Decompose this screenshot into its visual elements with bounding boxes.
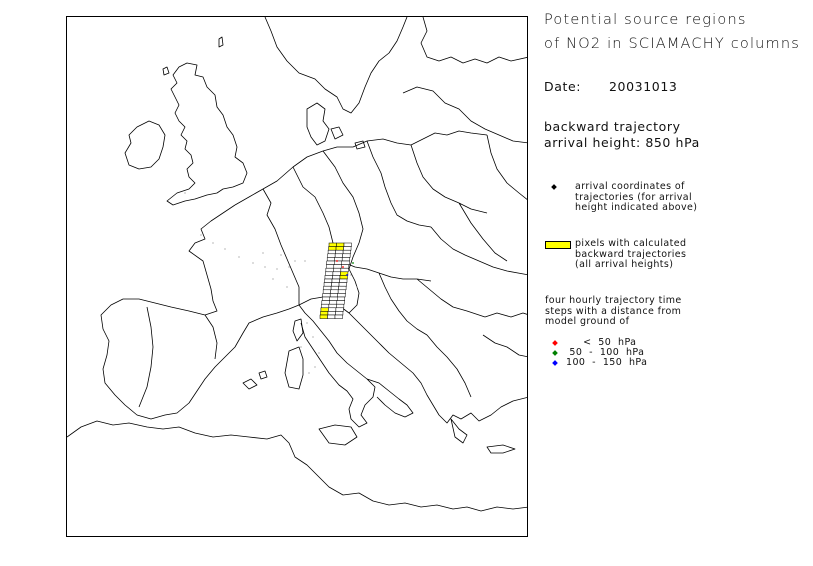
trajectory-pixel (330, 285, 339, 291)
legend-step-label: 100 - 150 hPa (566, 357, 648, 368)
trajectory-pixel (342, 249, 351, 255)
denmark-outline (306, 102, 330, 146)
trajectory-pixel (322, 289, 331, 294)
trajectory-pixel (333, 267, 342, 273)
trajectory-pixel (330, 289, 339, 294)
trajectory-pixel (328, 303, 337, 309)
trajectory-pixel (335, 307, 344, 312)
italy-outline (298, 302, 414, 428)
step-marker-blue-icon (552, 360, 558, 366)
sicily-outline (318, 424, 358, 446)
date-label: Date: (544, 79, 582, 94)
trajectory-pixel (336, 242, 345, 247)
trajectory-pixel (322, 296, 330, 301)
trajectory-pixel (323, 282, 332, 287)
legend-pixels-text: pixels with calculated backward trajecto… (575, 238, 687, 270)
date-value: 20031013 (609, 79, 678, 94)
trajectory-pixel (329, 296, 338, 301)
trajectory-pixel (319, 314, 328, 319)
sardinia-outline (284, 346, 304, 390)
trajectory-pixel (338, 285, 347, 291)
trajectory-line-2: arrival height: 850 hPa (544, 135, 700, 150)
legend-steps-heading: four hourly trajectory time steps with a… (545, 295, 682, 327)
trajectory-step-dot (352, 262, 354, 264)
trajectory-pixel (333, 264, 342, 269)
trajectory-pixel (325, 267, 334, 273)
trajectory-pixel (335, 246, 344, 251)
trajectory-pixel (324, 275, 333, 280)
trajectory-step-dot (342, 266, 344, 268)
france-iberia-outline (100, 204, 300, 420)
legend-arrival-text: arrival coordinates of trajectories (for… (575, 181, 698, 213)
corsica-outline (292, 318, 304, 342)
trajectory-pixel (329, 293, 338, 298)
north-coast-outline (234, 130, 488, 206)
scandinavia-outline (264, 17, 408, 114)
step-marker-green-icon (552, 350, 558, 356)
trajectory-pixel (334, 314, 343, 319)
baltic-outline (420, 17, 527, 64)
trajectory-pixel (339, 278, 348, 283)
trajectory-pixel (320, 307, 329, 312)
trajectory-pixel (326, 260, 335, 265)
crete-outline (486, 444, 516, 454)
trajectory-pixel (332, 271, 341, 276)
trajectory-pixel (335, 311, 344, 316)
trajectory-pixel (335, 249, 344, 255)
trajectory-pixel (328, 242, 337, 247)
arrival-marker-icon (551, 184, 557, 190)
trajectory-pixel (328, 246, 337, 251)
trajectory-pixel (341, 260, 350, 265)
map-panel (66, 16, 528, 537)
trajectory-pixel (327, 253, 336, 258)
trajectory-pixel (342, 253, 351, 258)
title-line-1: Potential source regions (544, 12, 747, 28)
pixel-swatch-icon (545, 241, 571, 249)
trajectory-pixel (336, 300, 345, 305)
trajectory-pixel (327, 249, 336, 255)
trajectory-pixel (327, 311, 336, 316)
pixel-grid (319, 242, 354, 319)
trajectory-pixel (341, 257, 350, 262)
balkans-outline (348, 312, 527, 424)
trajectory-pixel (337, 296, 345, 301)
great-britain-outline (166, 62, 248, 206)
trajectory-line-1: backward trajectory (544, 119, 681, 134)
trajectory-pixel (327, 314, 336, 319)
trajectory-pixel (340, 267, 349, 273)
trajectory-pixel (322, 293, 331, 298)
trajectory-pixel (336, 303, 345, 309)
europe-coastline-map (67, 17, 527, 512)
step-marker-red-icon (552, 340, 558, 346)
trajectory-pixel (321, 303, 330, 309)
trajectory-pixel (326, 257, 335, 262)
trajectory-pixel (334, 260, 342, 265)
trajectory-pixel (321, 300, 330, 305)
north-africa-outline (67, 420, 527, 512)
trajectory-pixel (343, 246, 352, 251)
trajectory-pixel (332, 275, 341, 280)
trajectory-step-dot (336, 260, 338, 262)
trajectory-pixel (328, 307, 337, 312)
trajectory-pixel (338, 282, 347, 287)
trajectory-pixel (325, 271, 334, 276)
trajectory-pixel (326, 264, 335, 269)
trajectory-pixel (334, 257, 343, 262)
trajectory-pixel (329, 300, 338, 305)
trajectory-pixel (324, 278, 333, 283)
trajectory-pixel (331, 282, 340, 287)
trajectory-pixel (320, 311, 329, 316)
trajectory-pixel (337, 289, 346, 294)
ireland-outline (124, 120, 166, 170)
trajectory-pixel (331, 278, 340, 283)
trajectory-pixel (339, 275, 348, 280)
trajectory-step-dot (346, 274, 348, 276)
title-line-2: of NO2 in SCIAMACHY columns (544, 36, 801, 52)
trajectory-pixel (337, 293, 346, 298)
trajectory-pixel (323, 285, 332, 291)
trajectory-pixel (343, 242, 352, 247)
trajectory-pixel (334, 253, 343, 258)
